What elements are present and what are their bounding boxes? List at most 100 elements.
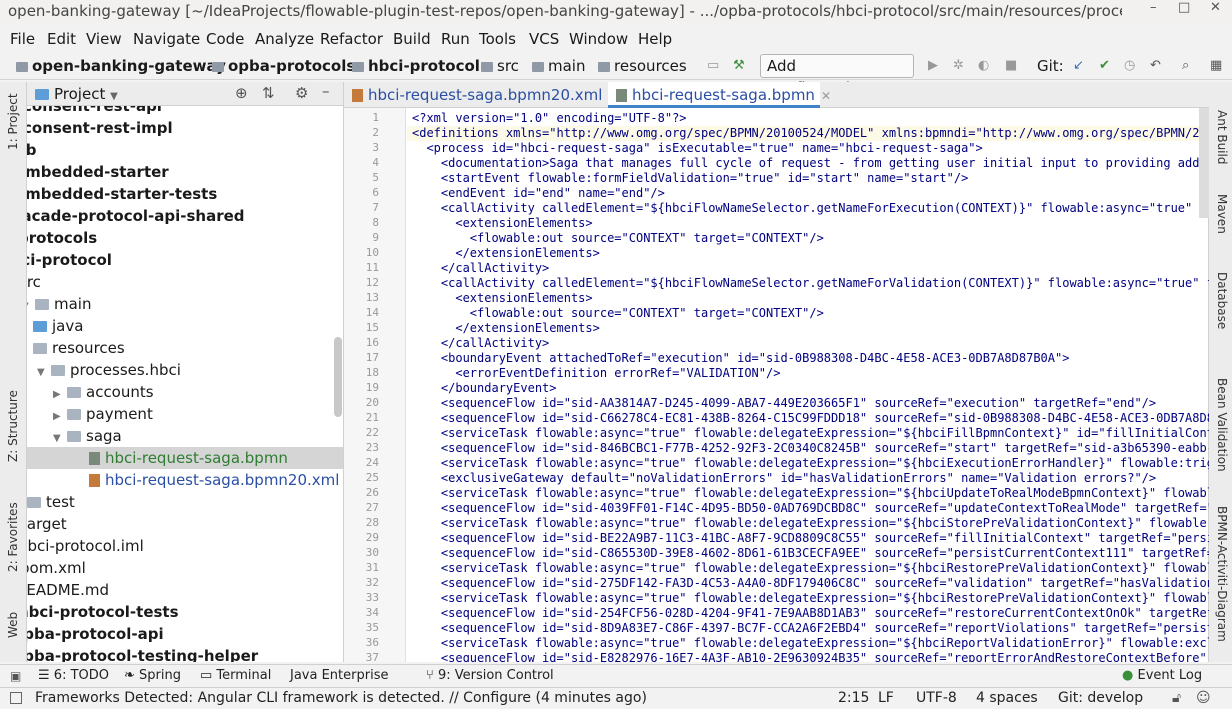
code-line[interactable]: <sequenceFlow id="sid-C66278C4-EC81-438B… (412, 411, 1209, 426)
indent-setting[interactable]: 4 spaces (976, 690, 1038, 706)
tree-item[interactable]: hbci-protocol-tests (27, 601, 334, 623)
code-line[interactable]: <sequenceFlow id="sid-BE22A9B7-11C3-41BC… (412, 531, 1209, 546)
tool-window-database[interactable]: Database (1215, 272, 1229, 329)
code-editor[interactable]: <?xml version="1.0" encoding="UTF-8"?> <d… (407, 108, 1209, 662)
inspector-icon[interactable]: ☺ (1196, 690, 1211, 706)
tool-window-bpmn-diagram[interactable]: BPMN-Activiti-Diagram (1215, 506, 1229, 642)
tree-item[interactable]: consent-rest-impl (27, 117, 339, 139)
breadcrumb-resources[interactable]: resources (598, 57, 687, 75)
code-line[interactable]: </extensionElements> (412, 321, 600, 336)
menu-build[interactable]: Build (393, 30, 431, 48)
tree-item[interactable]: embedded-starter (27, 161, 331, 183)
git-history-icon[interactable]: ◷ (1124, 58, 1135, 73)
code-line[interactable]: <serviceTask flowable:async="true" flowa… (412, 486, 1209, 501)
breadcrumb-hbci-protocol[interactable]: hbci-protocol (352, 57, 480, 75)
tree-item[interactable]: opba-protocol-testing-helper (27, 645, 329, 662)
tool-terminal[interactable]: ▭ Terminal (200, 668, 271, 683)
status-message[interactable]: Frameworks Detected: Angular CLI framewo… (35, 690, 647, 706)
code-line[interactable]: </extensionElements> (412, 246, 600, 261)
line-separator[interactable]: LF (878, 690, 894, 706)
caret-position[interactable]: 2:15 (838, 690, 869, 706)
tool-window-ant-build[interactable]: Ant Build (1215, 110, 1229, 164)
git-update-icon[interactable]: ↙ (1073, 58, 1084, 73)
run-icon[interactable]: ▶ (928, 58, 938, 73)
menu-analyze[interactable]: Analyze (255, 30, 314, 48)
code-line[interactable]: <callActivity calledElement="${hbciFlowN… (412, 201, 1209, 216)
close-icon[interactable]: ✕ (1210, 0, 1221, 15)
tree-item[interactable]: ▶ accounts (53, 381, 343, 403)
tool-window-web[interactable]: Web (6, 612, 20, 638)
hide-panel-icon[interactable]: – (322, 82, 330, 100)
code-line[interactable]: <definitions xmlns="http://www.omg.org/s… (412, 126, 1209, 141)
code-line[interactable]: <sequenceFlow id="sid-4039FF01-F14C-4D95… (412, 501, 1209, 516)
code-line[interactable]: <extensionElements> (412, 216, 592, 231)
locate-icon[interactable]: ⊕ (235, 84, 248, 102)
code-line[interactable]: <serviceTask flowable:async="true" flowa… (412, 636, 1209, 651)
close-icon[interactable]: ✕ (821, 89, 831, 103)
tree-item[interactable]: embedded-starter-tests (27, 183, 331, 205)
tree-item[interactable]: hbci-protocol (27, 249, 316, 271)
tree-item[interactable]: consent-rest-api (27, 106, 339, 117)
code-line[interactable]: <serviceTask flowable:async="true" flowa… (412, 561, 1209, 576)
code-line[interactable]: <serviceTask flowable:async="true" flowa… (412, 456, 1209, 471)
menu-run[interactable]: Run (441, 30, 470, 48)
tree-item[interactable]: src (27, 271, 335, 293)
menu-file[interactable]: File (10, 30, 35, 48)
tree-item[interactable]: resources (33, 337, 343, 359)
minimize-icon[interactable]: – (1150, 0, 1157, 15)
menu-code[interactable]: Code (206, 30, 244, 48)
build-hammer-icon[interactable]: ⚒ (733, 58, 745, 73)
tree-item[interactable]: pom.xml (27, 557, 336, 579)
frame-icon[interactable]: ▭ (707, 58, 719, 73)
code-line[interactable]: <sequenceFlow id="sid-846BCBC1-F77B-4252… (412, 441, 1209, 456)
tool-window-favorites[interactable]: 2: Favorites (6, 502, 20, 572)
menu-vcs[interactable]: VCS (529, 30, 559, 48)
breadcrumb-opba-protocols[interactable]: opba-protocols (212, 57, 355, 75)
breadcrumb-main[interactable]: main (532, 57, 585, 75)
code-line[interactable]: <callActivity calledElement="${hbciFlowN… (412, 276, 1209, 291)
code-line[interactable]: <startEvent flowable:formFieldValidation… (412, 171, 968, 186)
menu-help[interactable]: Help (638, 30, 672, 48)
editor-scrollbar[interactable] (1199, 108, 1209, 218)
code-line[interactable]: </boundaryEvent> (412, 381, 557, 396)
code-line[interactable]: <serviceTask flowable:async="true" flowa… (412, 591, 1209, 606)
gear-icon[interactable]: ⚙ (295, 84, 308, 102)
tree-item[interactable]: opba-protocol-api (27, 623, 329, 645)
lock-icon[interactable]: 🔓︎ (1172, 690, 1181, 706)
git-revert-icon[interactable]: ↶ (1150, 58, 1161, 73)
tree-item[interactable]: db (27, 139, 331, 161)
menu-edit[interactable]: Edit (47, 30, 76, 48)
code-line[interactable]: <flowable:out source="CONTEXT" target="C… (412, 306, 824, 321)
file-encoding[interactable]: UTF-8 (916, 690, 957, 706)
code-line[interactable]: <sequenceFlow id="sid-254FCF56-028D-4204… (412, 606, 1209, 621)
code-line[interactable]: <sequenceFlow id="sid-AA3814A7-D245-4099… (412, 396, 1156, 411)
search-icon[interactable]: ⌕ (1182, 58, 1189, 73)
code-line[interactable]: <exclusiveGateway default="noValidationE… (412, 471, 1156, 486)
tree-item[interactable]: java (33, 315, 343, 337)
project-view-selector[interactable]: Project ▼ (35, 85, 118, 103)
project-tree-scrollbar[interactable] (334, 337, 342, 417)
code-line[interactable]: </callActivity> (412, 261, 549, 276)
tool-window-bean-validation[interactable]: Bean Validation (1215, 378, 1229, 472)
debug-icon[interactable]: ✲ (953, 58, 964, 73)
status-frame-icon[interactable] (10, 692, 22, 704)
tab-hbci-request-saga-bpmn20-xml[interactable]: hbci-request-saga.bpmn20.xml✕ (344, 82, 619, 108)
code-line[interactable]: <flowable:out source="CONTEXT" target="C… (412, 231, 824, 246)
tool-window-maven[interactable]: Maven (1215, 194, 1229, 234)
maximize-icon[interactable]: □ (1178, 0, 1190, 15)
coverage-icon[interactable]: ◐ (978, 58, 989, 73)
collapse-all-icon[interactable]: ⇅ (262, 84, 275, 102)
git-commit-icon[interactable]: ✔ (1099, 58, 1110, 73)
code-line[interactable]: <process id="hbci-request-saga" isExecut… (412, 141, 982, 156)
tree-item[interactable]: ▼ processes.hbci (37, 359, 343, 381)
menu-window[interactable]: Window (569, 30, 628, 48)
project-structure-icon[interactable]: ▦ (1210, 58, 1222, 73)
tree-item[interactable]: target (27, 513, 337, 535)
breadcrumb-src[interactable]: src (481, 57, 519, 75)
tree-item[interactable]: hbci-request-saga.bpmn20.xml (27, 469, 343, 491)
tool-todo[interactable]: ☰ 6: TODO (38, 668, 109, 683)
tree-item[interactable]: ▼main (27, 293, 337, 315)
tree-item[interactable]: ▶test (27, 491, 329, 513)
code-line[interactable]: <?xml version="1.0" encoding="UTF-8"?> (412, 111, 687, 126)
tool-spring[interactable]: ❧ Spring (124, 668, 181, 683)
